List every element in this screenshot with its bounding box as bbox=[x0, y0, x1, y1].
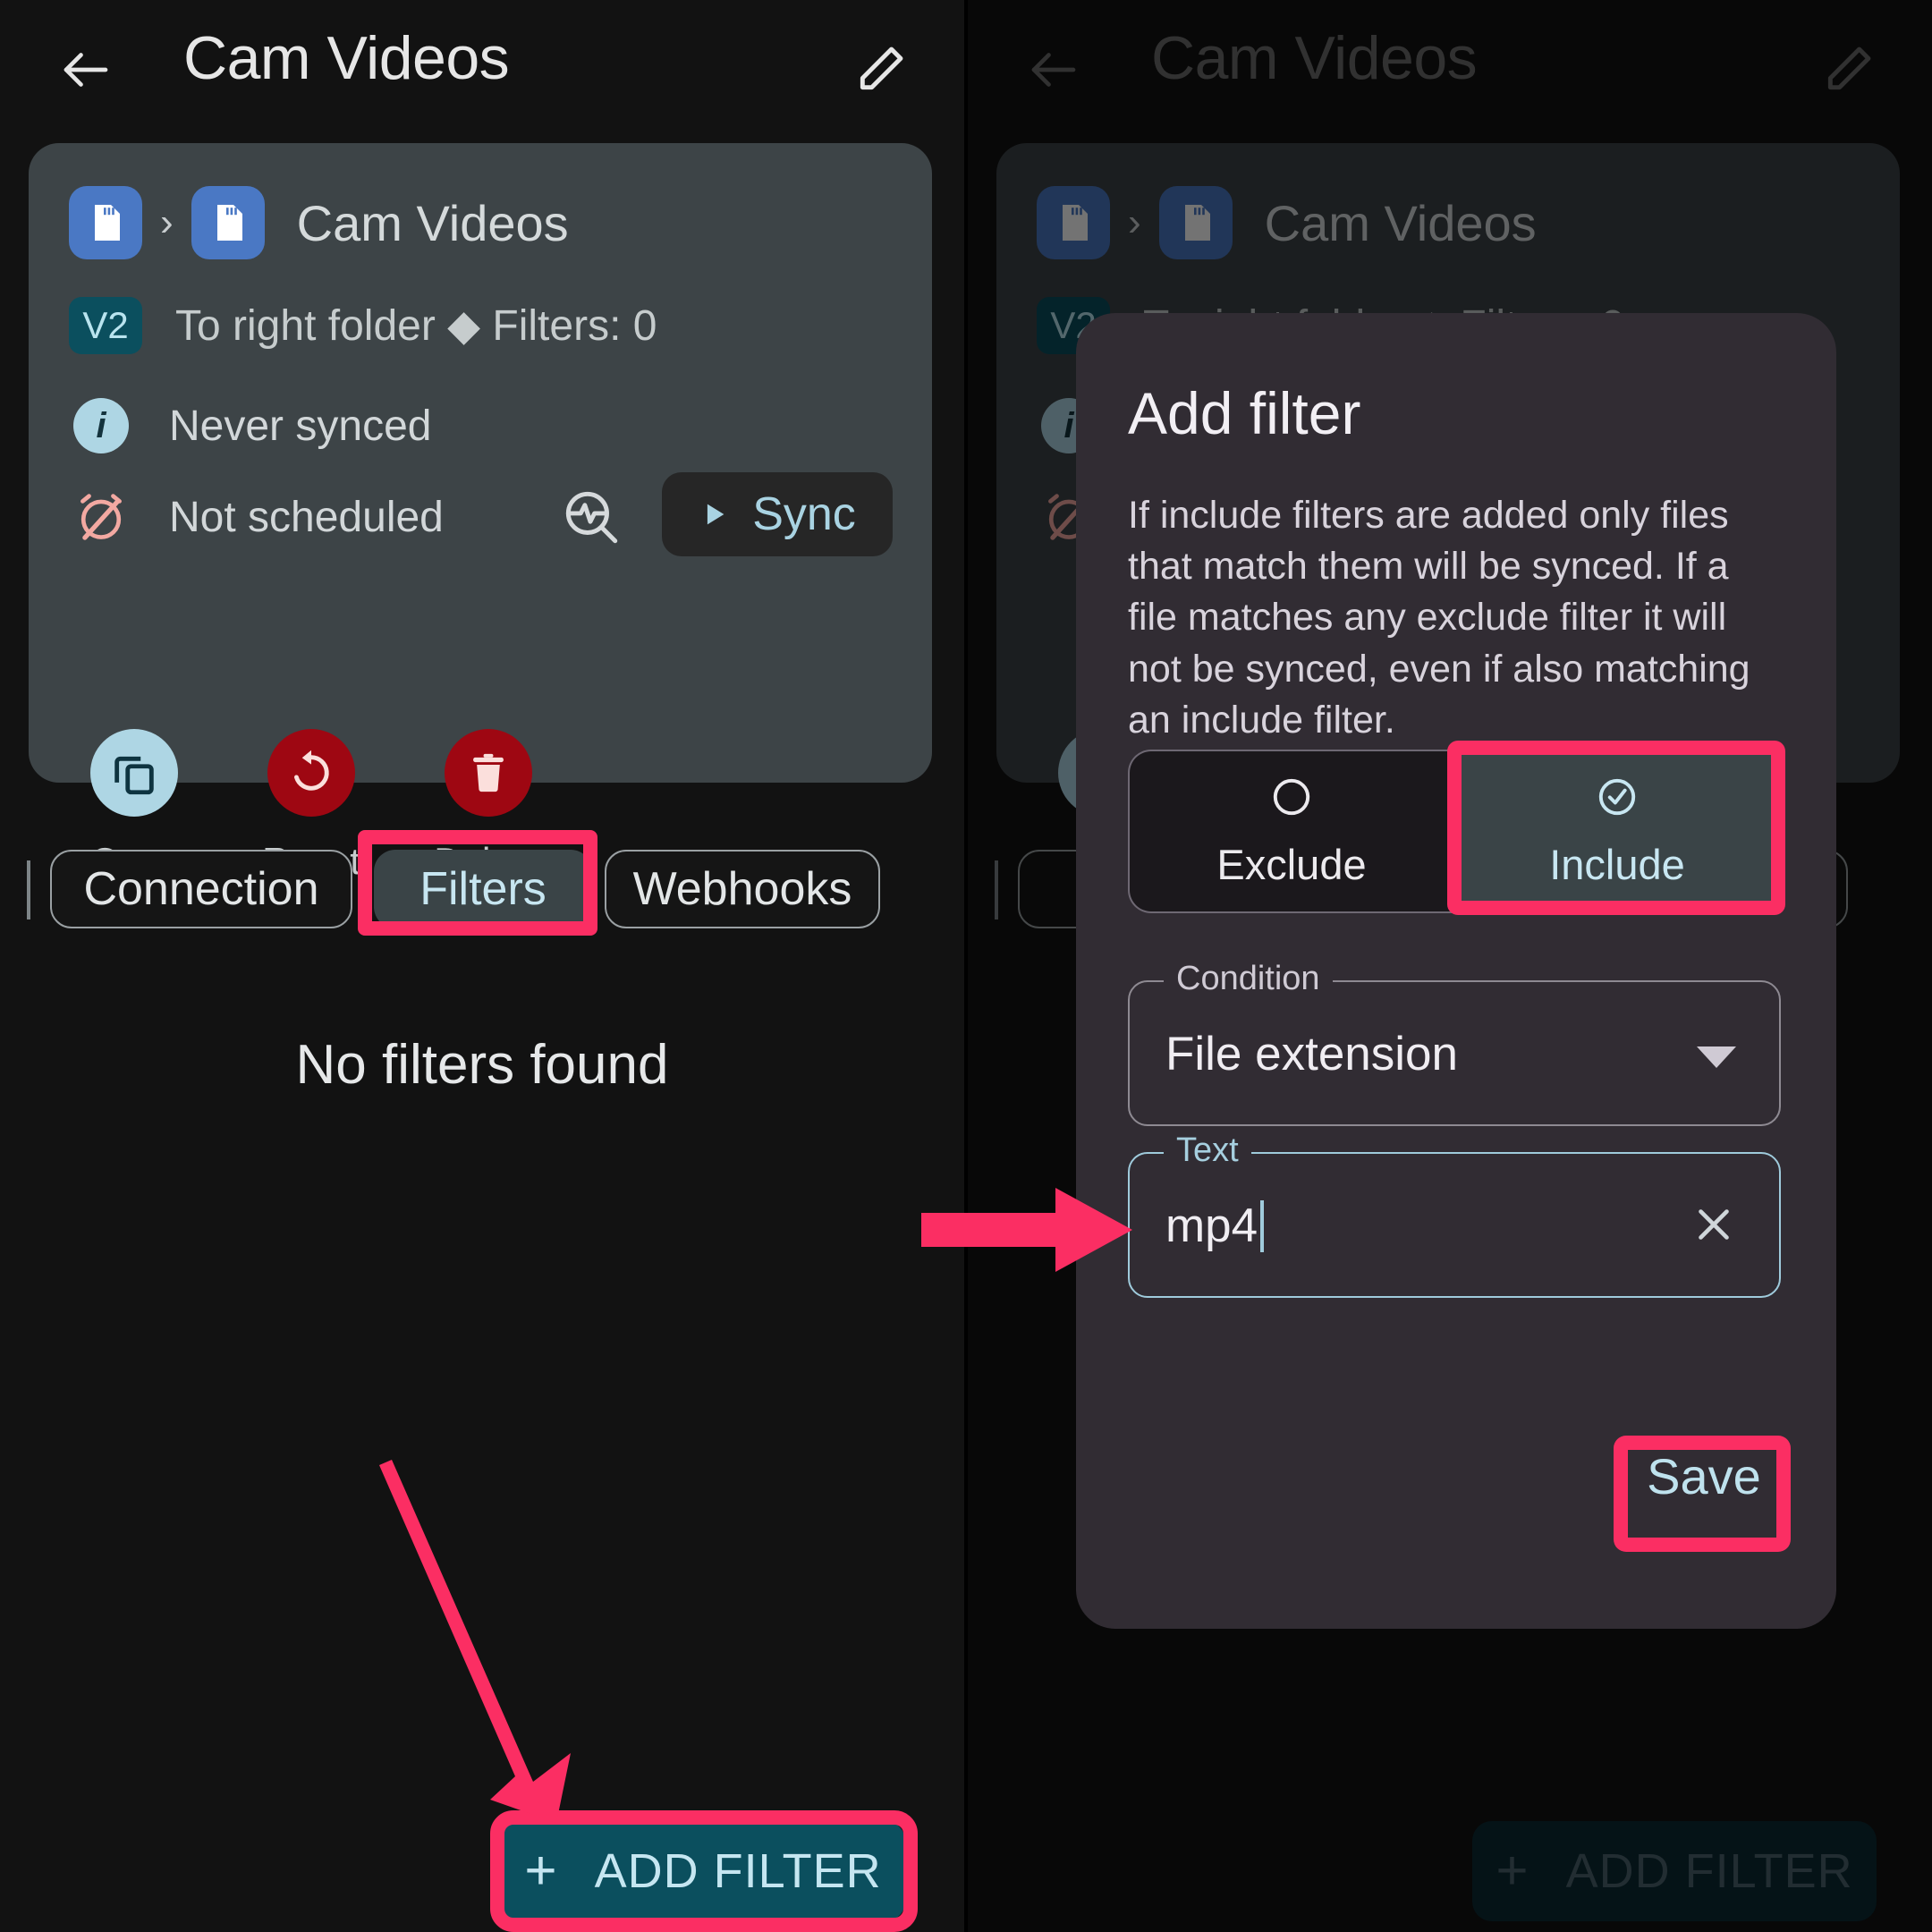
add-filter-label: ADD FILTER bbox=[1565, 1844, 1853, 1898]
reset-icon bbox=[267, 729, 355, 817]
tab-bar: Connection Filters Webhooks bbox=[0, 841, 964, 948]
tab-filters-label: Filters bbox=[419, 863, 547, 915]
plus-icon: + bbox=[1496, 1840, 1529, 1902]
circle-outline-icon bbox=[1273, 778, 1310, 816]
alarm-off-icon bbox=[69, 485, 133, 549]
plus-icon: + bbox=[524, 1840, 557, 1902]
dialog-description: If include filters are added only files … bbox=[1128, 494, 1750, 741]
text-legend: Text bbox=[1164, 1131, 1251, 1170]
close-icon[interactable] bbox=[1686, 1197, 1741, 1252]
left-screen-pane: Cam Videos › Cam Videos V2 To right fold… bbox=[0, 0, 964, 1932]
tab-scroll-indicator bbox=[27, 860, 30, 919]
add-filter-label: ADD FILTER bbox=[594, 1844, 882, 1898]
info-icon: i bbox=[69, 394, 133, 458]
breadcrumb-separator: › bbox=[1128, 200, 1141, 244]
breadcrumb: › Cam Videos bbox=[1037, 186, 1537, 259]
sd-card-icon bbox=[1037, 186, 1110, 259]
add-filter-dialog: Add filter If include filters are added … bbox=[1076, 313, 1836, 1629]
status-never-synced: i Never synced bbox=[69, 394, 431, 458]
filter-mode-exclude-label: Exclude bbox=[1216, 841, 1367, 888]
condition-select[interactable]: Condition File extension bbox=[1128, 960, 1781, 1126]
tab-scroll-indicator bbox=[995, 860, 998, 919]
status-never-synced-label: Never synced bbox=[169, 402, 432, 450]
left-appbar: Cam Videos bbox=[0, 0, 964, 139]
screenshot-root: Cam Videos › Cam Videos V2 To right fold… bbox=[0, 0, 1932, 1932]
sync-button-label: Sync bbox=[752, 488, 856, 540]
dialog-title: Add filter bbox=[1128, 380, 1361, 446]
condition-legend: Condition bbox=[1164, 960, 1333, 998]
breadcrumb-label: Cam Videos bbox=[296, 194, 569, 251]
pencil-icon[interactable] bbox=[852, 39, 911, 98]
delete-icon bbox=[445, 729, 532, 817]
add-filter-button[interactable]: + ADD FILTER bbox=[501, 1821, 905, 1921]
filter-mode-segmented-control: Exclude Include bbox=[1128, 750, 1781, 913]
back-icon[interactable] bbox=[1023, 39, 1084, 100]
analytics-search-icon[interactable] bbox=[557, 483, 623, 549]
tab-filters[interactable]: Filters bbox=[374, 850, 592, 928]
tab-webhooks[interactable]: Webhooks bbox=[605, 850, 880, 928]
play-icon bbox=[708, 504, 724, 525]
page-title: Cam Videos bbox=[1151, 24, 1478, 92]
filter-mode-include-label: Include bbox=[1549, 841, 1685, 888]
tab-webhooks-label: Webhooks bbox=[632, 863, 852, 915]
text-value: mp4 bbox=[1165, 1199, 1265, 1253]
page-title: Cam Videos bbox=[183, 24, 510, 92]
card-meta-text: To right folder ◆ Filters: 0 bbox=[175, 302, 657, 350]
condition-value: File extension bbox=[1165, 1028, 1459, 1080]
empty-state-message: No filters found bbox=[295, 1034, 669, 1096]
save-button-label: Save bbox=[1647, 1447, 1761, 1504]
back-icon[interactable] bbox=[55, 39, 116, 100]
right-appbar: Cam Videos bbox=[968, 0, 1932, 139]
status-not-scheduled-label: Not scheduled bbox=[169, 493, 444, 541]
pencil-icon[interactable] bbox=[1819, 39, 1878, 98]
filter-mode-include[interactable]: Include bbox=[1453, 750, 1781, 913]
breadcrumb: › Cam Videos bbox=[69, 186, 569, 259]
add-filter-button: + ADD FILTER bbox=[1472, 1821, 1877, 1921]
sd-card-icon bbox=[191, 186, 265, 259]
breadcrumb-separator: › bbox=[160, 200, 174, 244]
status-not-scheduled: Not scheduled bbox=[69, 485, 444, 549]
filter-mode-exclude[interactable]: Exclude bbox=[1128, 750, 1453, 913]
sync-pair-card[interactable]: › Cam Videos V2 To right folder ◆ Filter… bbox=[29, 143, 932, 882]
check-circle-icon bbox=[1598, 778, 1636, 816]
sync-button[interactable]: Sync bbox=[662, 472, 893, 556]
version-badge: V2 bbox=[69, 297, 142, 354]
tab-connection[interactable]: Connection bbox=[50, 850, 352, 928]
breadcrumb-label: Cam Videos bbox=[1264, 194, 1537, 251]
tab-connection-label: Connection bbox=[83, 863, 319, 915]
save-button[interactable]: Save bbox=[1635, 1429, 1773, 1522]
text-caret bbox=[1260, 1200, 1265, 1252]
card-meta-row: V2 To right folder ◆ Filters: 0 bbox=[69, 297, 657, 354]
sd-card-icon bbox=[1158, 186, 1233, 259]
copy-icon bbox=[90, 729, 178, 817]
sd-card-icon bbox=[69, 186, 142, 259]
text-input[interactable]: Text mp4 bbox=[1128, 1131, 1781, 1298]
chevron-down-icon[interactable] bbox=[1697, 1046, 1736, 1068]
